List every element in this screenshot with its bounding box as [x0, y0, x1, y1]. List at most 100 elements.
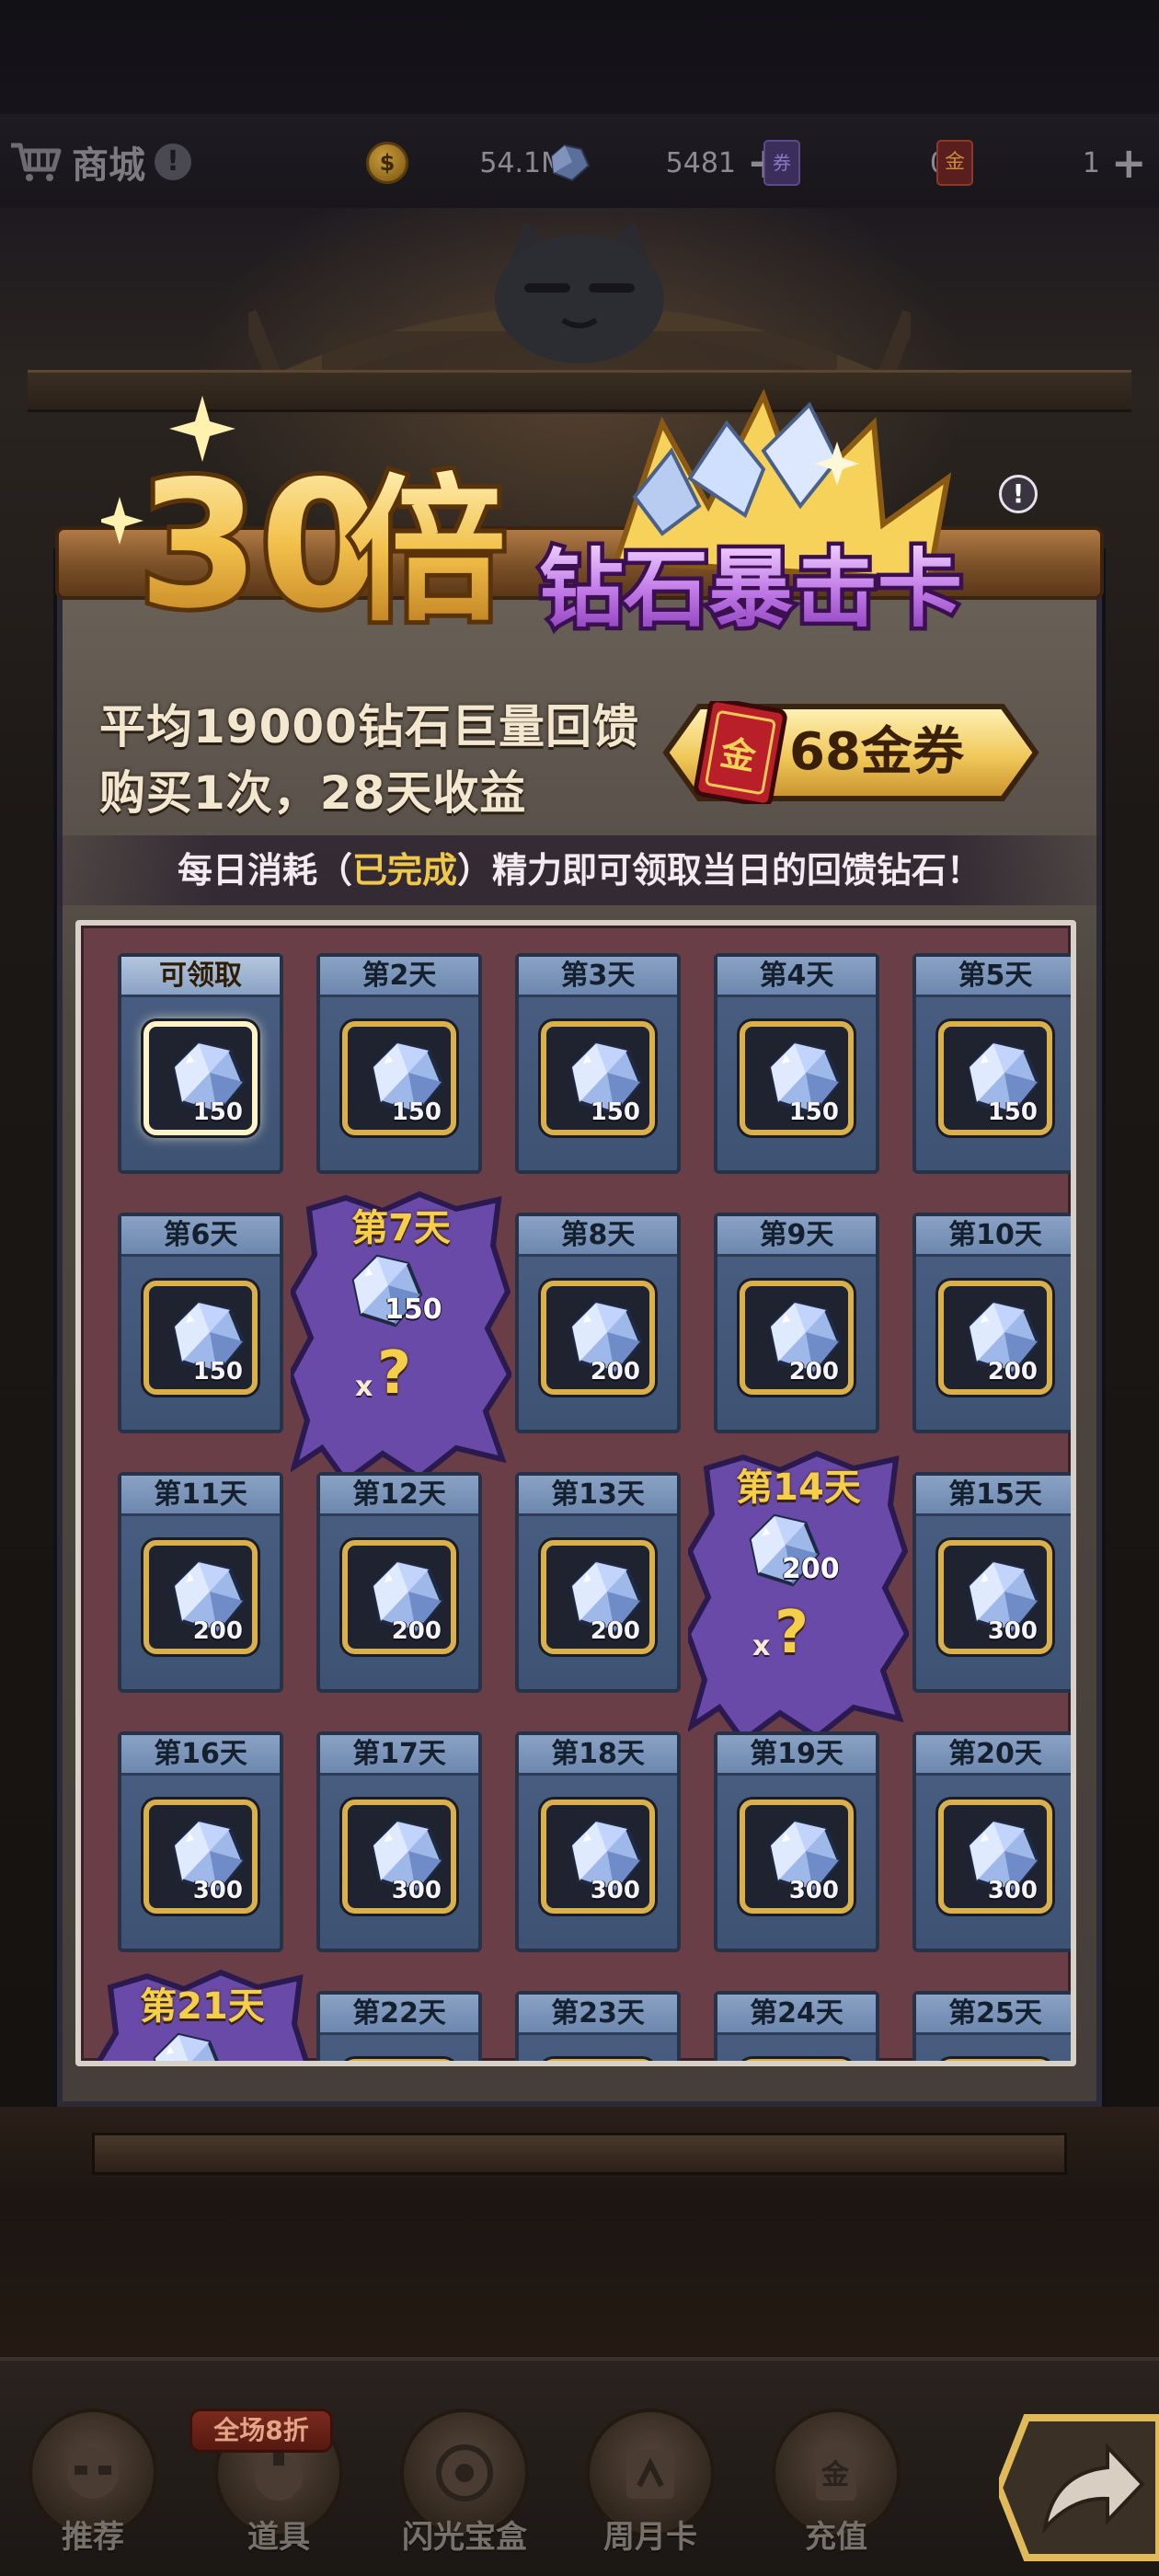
- day-label: 第11天: [121, 1476, 280, 1516]
- day-label: 第3天: [519, 957, 677, 997]
- nav-tab-label: 闪光宝盒: [402, 2519, 527, 2556]
- day-label: 第22天: [320, 1995, 478, 2035]
- daily-reward-cell: 第12天 200: [316, 1472, 482, 1693]
- nav-tab-recharge[interactable]: 金充值: [758, 2401, 914, 2567]
- special-day-reward: 第21天: [92, 1969, 313, 2061]
- day-label: 第19天: [717, 1735, 876, 1776]
- daily-reward-cell: 第11天 200: [118, 1472, 283, 1693]
- reward-slot: 300: [740, 1800, 854, 1914]
- reward-slot: [938, 2059, 1052, 2061]
- daily-claim-note: 每日消耗（已完成）精力即可领取当日的回馈钻石！: [57, 835, 1102, 905]
- day-label: 第24天: [717, 1995, 876, 2035]
- reward-slot: 300: [541, 1800, 655, 1914]
- special-day-label: 第21天: [140, 1985, 265, 2028]
- add-gold-voucher-button[interactable]: +: [1111, 138, 1147, 188]
- daily-reward-cell: 第4天 150: [714, 953, 879, 1174]
- daily-reward-cell: 第15天 300: [912, 1472, 1071, 1693]
- reward-slot: [342, 2059, 456, 2061]
- recharge-icon: 金: [816, 2445, 856, 2501]
- reward-slot: 200: [541, 1540, 655, 1654]
- claimable-reward-cell[interactable]: 可领取 150: [118, 953, 283, 1174]
- reward-slot: [541, 2059, 655, 2061]
- day-label: 第25天: [916, 1995, 1071, 2035]
- day-label: 第12天: [320, 1476, 478, 1516]
- special-day-reward: 第7天 150 x?: [291, 1190, 511, 1485]
- shop-title: 商城 !: [7, 136, 191, 188]
- mystery-multiplier-icon: ?: [775, 1599, 809, 1667]
- daily-reward-cell: 第20天 300: [912, 1731, 1071, 1952]
- reward-amount: 150: [192, 1098, 243, 1126]
- daily-reward-cell: 第2天 150: [316, 953, 482, 1174]
- daily-reward-cell: 第8天 200: [515, 1213, 681, 1433]
- daily-reward-cell: 第25天: [912, 1991, 1071, 2061]
- reward-slot: 200: [740, 1281, 854, 1395]
- screen: { "topbar": { "title": "商城", "help_icon_…: [0, 0, 1159, 2576]
- counter-shelf: [92, 2133, 1067, 2175]
- nav-tab-label: 充值: [805, 2519, 867, 2556]
- diamond-icon: [550, 144, 591, 182]
- reward-slot: 200: [143, 1540, 258, 1654]
- day-label: 第15天: [916, 1476, 1071, 1516]
- reward-slot: 150: [143, 1021, 258, 1135]
- gold-coin-icon: $: [366, 142, 408, 184]
- multiplier-label: x: [355, 1371, 373, 1403]
- daily-reward-cell: 第13天 200: [515, 1472, 681, 1693]
- reward-amount: 150: [391, 1098, 442, 1126]
- day-label: 第6天: [121, 1216, 280, 1257]
- reward-amount: 300: [192, 1877, 243, 1904]
- weekly-monthly-card-icon: [626, 2449, 674, 2499]
- reward-amount: 150: [788, 1098, 839, 1126]
- reward-slot: 300: [342, 1800, 456, 1914]
- day-label: 第9天: [717, 1216, 876, 1257]
- reward-amount: 200: [590, 1358, 640, 1386]
- reward-amount: 300: [987, 1877, 1038, 1904]
- day-label: 第13天: [519, 1476, 677, 1516]
- reward-amount: 200: [782, 1553, 840, 1585]
- svg-text:30: 30: [138, 443, 381, 647]
- day-label: 第10天: [916, 1216, 1071, 1257]
- shiny-box-icon: [436, 2444, 493, 2501]
- nav-tab-shiny-box[interactable]: 闪光宝盒: [386, 2401, 543, 2567]
- daily-reward-cell: 第19天 300: [714, 1731, 879, 1952]
- reward-slot: 200: [541, 1281, 655, 1395]
- gold-voucher-ticket-icon: 金: [694, 701, 787, 804]
- daily-reward-cell: 第10天 200: [912, 1213, 1071, 1433]
- reward-amount: 300: [391, 1877, 442, 1904]
- daily-reward-cell: 第3天 150: [515, 953, 681, 1174]
- daily-reward-grid: 可领取 150 第2天 150 第3天 150 第4天 150 第5天 150 第6天 150 第7天 1…: [75, 920, 1076, 2066]
- recommend-icon: [67, 2447, 119, 2499]
- daily-reward-cell: 第18天 300: [515, 1731, 681, 1952]
- reward-slot: [740, 2059, 854, 2061]
- mystery-multiplier-icon: ?: [377, 1340, 412, 1408]
- daily-reward-cell: 第24天: [714, 1991, 879, 2061]
- shopkeeper-cat-icon: [495, 221, 664, 363]
- nav-tab-recommend[interactable]: 推荐: [15, 2401, 171, 2567]
- sale-badge: 全场8折: [189, 2409, 333, 2453]
- reward-amount: 150: [590, 1098, 640, 1126]
- svg-text:倍: 倍: [350, 461, 506, 643]
- reward-slot: 300: [143, 1800, 258, 1914]
- share-arrow-icon[interactable]: [999, 2409, 1159, 2567]
- shopping-cart-icon: [11, 143, 62, 181]
- svg-text:金: 金: [820, 2459, 850, 2491]
- info-icon[interactable]: !: [999, 475, 1038, 513]
- day-label: 第4天: [717, 957, 876, 997]
- reward-amount: 150: [384, 1294, 442, 1326]
- diamond-icon: [153, 2032, 219, 2061]
- note-completed-status: 已完成: [351, 850, 457, 891]
- daily-reward-cell: 第17天 300: [316, 1731, 482, 1952]
- voucher-resource: 券 0: [763, 138, 947, 188]
- gold-resource: $ 54.1M: [366, 138, 565, 188]
- reward-amount: 200: [192, 1617, 243, 1645]
- help-icon[interactable]: !: [155, 144, 191, 180]
- nav-tab-weekly-monthly-card[interactable]: 周月卡: [572, 2401, 729, 2567]
- reward-slot: 150: [541, 1021, 655, 1135]
- daily-reward-cell: 第9天 200: [714, 1213, 879, 1433]
- reward-slot: 200: [342, 1540, 456, 1654]
- gold-amount: 54.1M: [479, 146, 565, 179]
- purchase-price-label[interactable]: 68金券: [789, 718, 1028, 788]
- day-label: 第20天: [916, 1735, 1071, 1776]
- note-suffix: ）精力即可领取当日的回馈钻石！: [457, 850, 982, 891]
- day-label: 第23天: [519, 1995, 677, 2035]
- nav-tab-label: 推荐: [62, 2519, 124, 2556]
